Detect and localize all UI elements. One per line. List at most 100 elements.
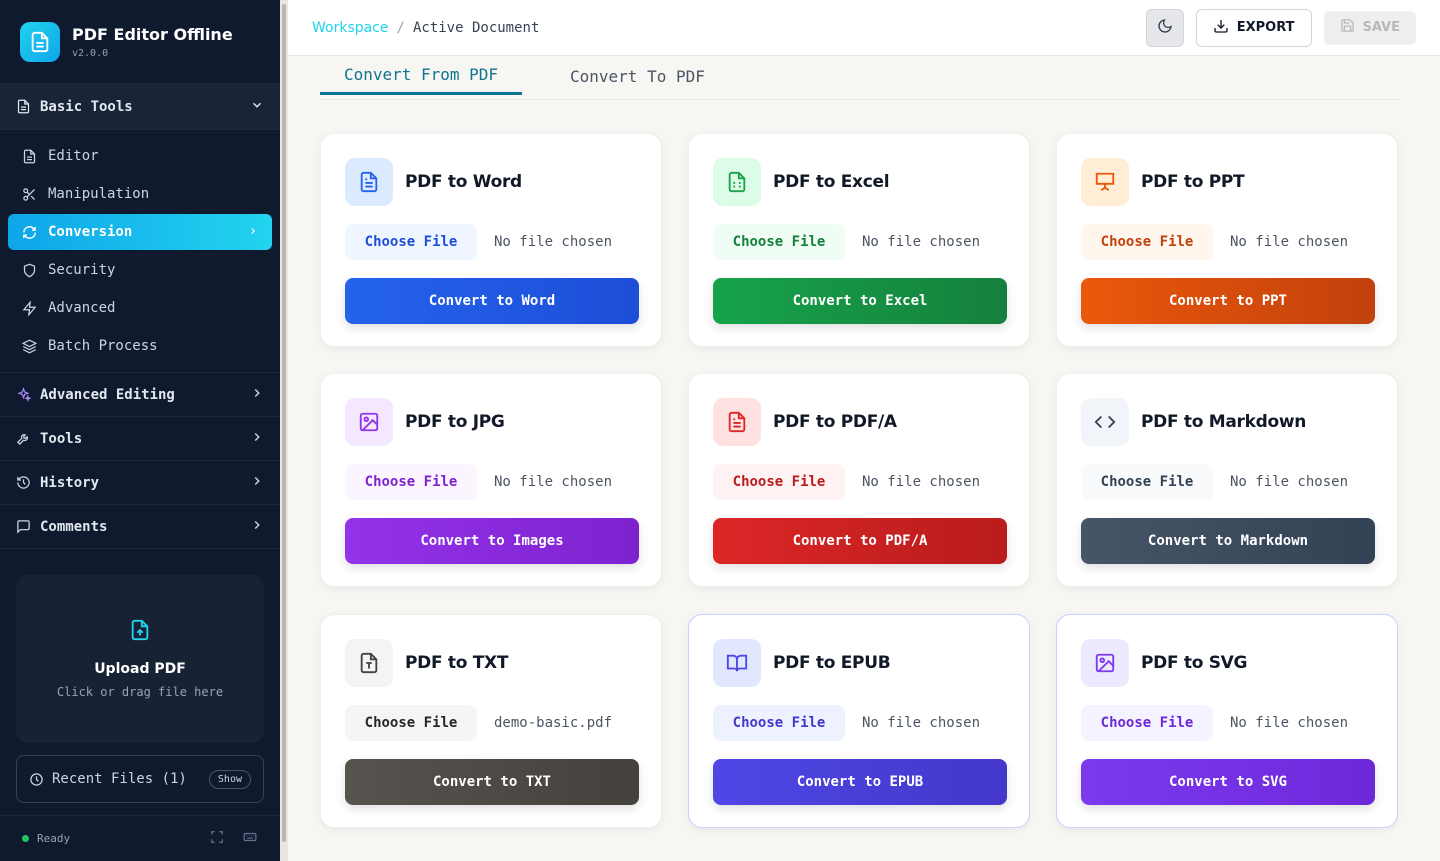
tab-convert-from-pdf[interactable]: Convert From PDF — [320, 56, 522, 95]
sidebar-item-label: Batch Process — [48, 338, 158, 354]
layers-icon — [22, 339, 40, 354]
lightning-icon — [22, 300, 40, 316]
keyboard-icon[interactable] — [242, 830, 258, 847]
convert-to-pdfa-button[interactable]: Convert to PDF/A — [713, 518, 1007, 564]
upload-subtitle: Click or drag file here — [56, 685, 224, 699]
theme-toggle-button[interactable] — [1145, 8, 1184, 47]
section-basic-tools[interactable]: Basic Tools — [0, 84, 280, 130]
convert-to-ppt-button[interactable]: Convert to PPT — [1081, 278, 1375, 324]
chevron-right-icon — [250, 430, 264, 448]
convert-to-excel-button[interactable]: Convert to Excel — [713, 278, 1007, 324]
choose-file-button[interactable]: Choose File — [345, 705, 477, 741]
history-icon — [16, 475, 34, 490]
card-pdf-to-pdfa: PDF to PDF/A Choose File No file chosen … — [688, 373, 1030, 587]
choose-file-button[interactable]: Choose File — [1081, 464, 1213, 500]
sparkles-icon — [16, 387, 34, 402]
text-file-icon — [345, 639, 393, 687]
convert-to-epub-button[interactable]: Convert to EPUB — [713, 759, 1007, 805]
convert-to-svg-button[interactable]: Convert to SVG — [1081, 759, 1375, 805]
upload-title: Upload PDF — [94, 661, 186, 677]
section-label: Comments — [40, 518, 108, 535]
save-icon — [1340, 18, 1355, 37]
app-title: PDF Editor Offline — [72, 24, 233, 44]
sidebar-item-label: Manipulation — [48, 186, 150, 202]
upload-dropzone[interactable]: Upload PDF Click or drag file here — [16, 575, 264, 743]
sidebar-item-security[interactable]: Security — [8, 252, 272, 288]
app-logo-icon — [20, 21, 60, 62]
section-advanced-editing[interactable]: Advanced Editing — [0, 373, 280, 417]
save-button[interactable]: SAVE — [1323, 10, 1416, 45]
image-icon — [345, 398, 393, 446]
card-pdf-to-ppt: PDF to PPT Choose File No file chosen Co… — [1056, 133, 1398, 347]
convert-to-word-button[interactable]: Convert to Word — [345, 278, 639, 324]
tab-convert-to-pdf[interactable]: Convert To PDF — [570, 56, 705, 96]
file-name: No file chosen — [494, 474, 613, 490]
convert-to-markdown-button[interactable]: Convert to Markdown — [1081, 518, 1375, 564]
section-label: Advanced Editing — [40, 386, 175, 403]
basic-tools-list: Editor Manipulation Conversion Security … — [0, 130, 280, 373]
choose-file-button[interactable]: Choose File — [713, 705, 845, 741]
card-title: PDF to Markdown — [1141, 412, 1307, 432]
sidebar-item-label: Security — [48, 262, 116, 278]
scrollbar-thumb[interactable] — [282, 4, 286, 842]
sidebar-item-conversion[interactable]: Conversion — [8, 214, 272, 250]
chevron-right-icon — [250, 474, 264, 492]
file-name: No file chosen — [1230, 715, 1349, 731]
card-title: PDF to JPG — [405, 412, 505, 432]
presentation-icon — [1081, 158, 1129, 206]
wrench-icon — [16, 431, 34, 446]
sidebar-item-batch-process[interactable]: Batch Process — [8, 328, 272, 364]
file-name: No file chosen — [862, 474, 981, 490]
section-comments[interactable]: Comments — [0, 505, 280, 549]
shield-icon — [22, 263, 40, 278]
refresh-icon — [22, 225, 40, 240]
sidebar-item-label: Advanced — [48, 300, 116, 316]
breadcrumb-workspace[interactable]: Workspace — [312, 20, 389, 36]
section-tools[interactable]: Tools — [0, 417, 280, 461]
chevron-right-icon — [248, 224, 258, 240]
fullscreen-icon[interactable] — [210, 830, 224, 847]
scissors-icon — [22, 187, 40, 202]
file-lines-icon — [713, 398, 761, 446]
choose-file-button[interactable]: Choose File — [1081, 224, 1213, 260]
card-pdf-to-excel: PDF to Excel Choose File No file chosen … — [688, 133, 1030, 347]
choose-file-button[interactable]: Choose File — [713, 224, 845, 260]
code-icon — [1081, 398, 1129, 446]
clock-icon — [29, 772, 44, 787]
card-title: PDF to SVG — [1141, 653, 1248, 673]
card-title: PDF to PDF/A — [773, 412, 897, 432]
choose-file-button[interactable]: Choose File — [1081, 705, 1213, 741]
file-upload-icon — [129, 619, 151, 645]
file-name: No file chosen — [1230, 234, 1349, 250]
section-label: History — [40, 474, 100, 491]
choose-file-button[interactable]: Choose File — [345, 224, 477, 260]
status-text: Ready — [37, 832, 71, 845]
card-title: PDF to Word — [405, 172, 522, 192]
convert-to-images-button[interactable]: Convert to Images — [345, 518, 639, 564]
file-name: No file chosen — [862, 234, 981, 250]
sidebar-item-advanced[interactable]: Advanced — [8, 290, 272, 326]
convert-to-txt-button[interactable]: Convert to TXT — [345, 759, 639, 805]
card-pdf-to-markdown: PDF to Markdown Choose File No file chos… — [1056, 373, 1398, 587]
card-pdf-to-txt: PDF to TXT Choose File demo-basic.pdf Co… — [320, 614, 662, 828]
choose-file-button[interactable]: Choose File — [345, 464, 477, 500]
breadcrumb-active-document: Active Document — [412, 19, 540, 36]
status-bar: Ready — [0, 815, 280, 861]
sidebar-item-label: Conversion — [48, 224, 133, 240]
card-pdf-to-word: PDF to Word Choose File No file chosen C… — [320, 133, 662, 347]
app-version: v2.0.0 — [72, 47, 109, 59]
recent-files-show-button[interactable]: Show — [208, 769, 251, 789]
recent-files[interactable]: Recent Files (1) Show — [16, 755, 264, 803]
download-icon — [1213, 18, 1229, 38]
chevron-right-icon — [250, 518, 264, 536]
book-icon — [713, 639, 761, 687]
section-label: Tools — [40, 430, 83, 447]
choose-file-button[interactable]: Choose File — [713, 464, 845, 500]
section-basic-tools-label: Basic Tools — [40, 98, 133, 115]
sidebar-item-manipulation[interactable]: Manipulation — [8, 176, 272, 212]
card-pdf-to-svg: PDF to SVG Choose File No file chosen Co… — [1056, 614, 1398, 828]
sidebar-item-editor[interactable]: Editor — [8, 138, 272, 174]
export-button[interactable]: EXPORT — [1195, 8, 1312, 47]
conversion-tabs: Convert From PDF Convert To PDF — [320, 56, 1400, 100]
section-history[interactable]: History — [0, 461, 280, 505]
